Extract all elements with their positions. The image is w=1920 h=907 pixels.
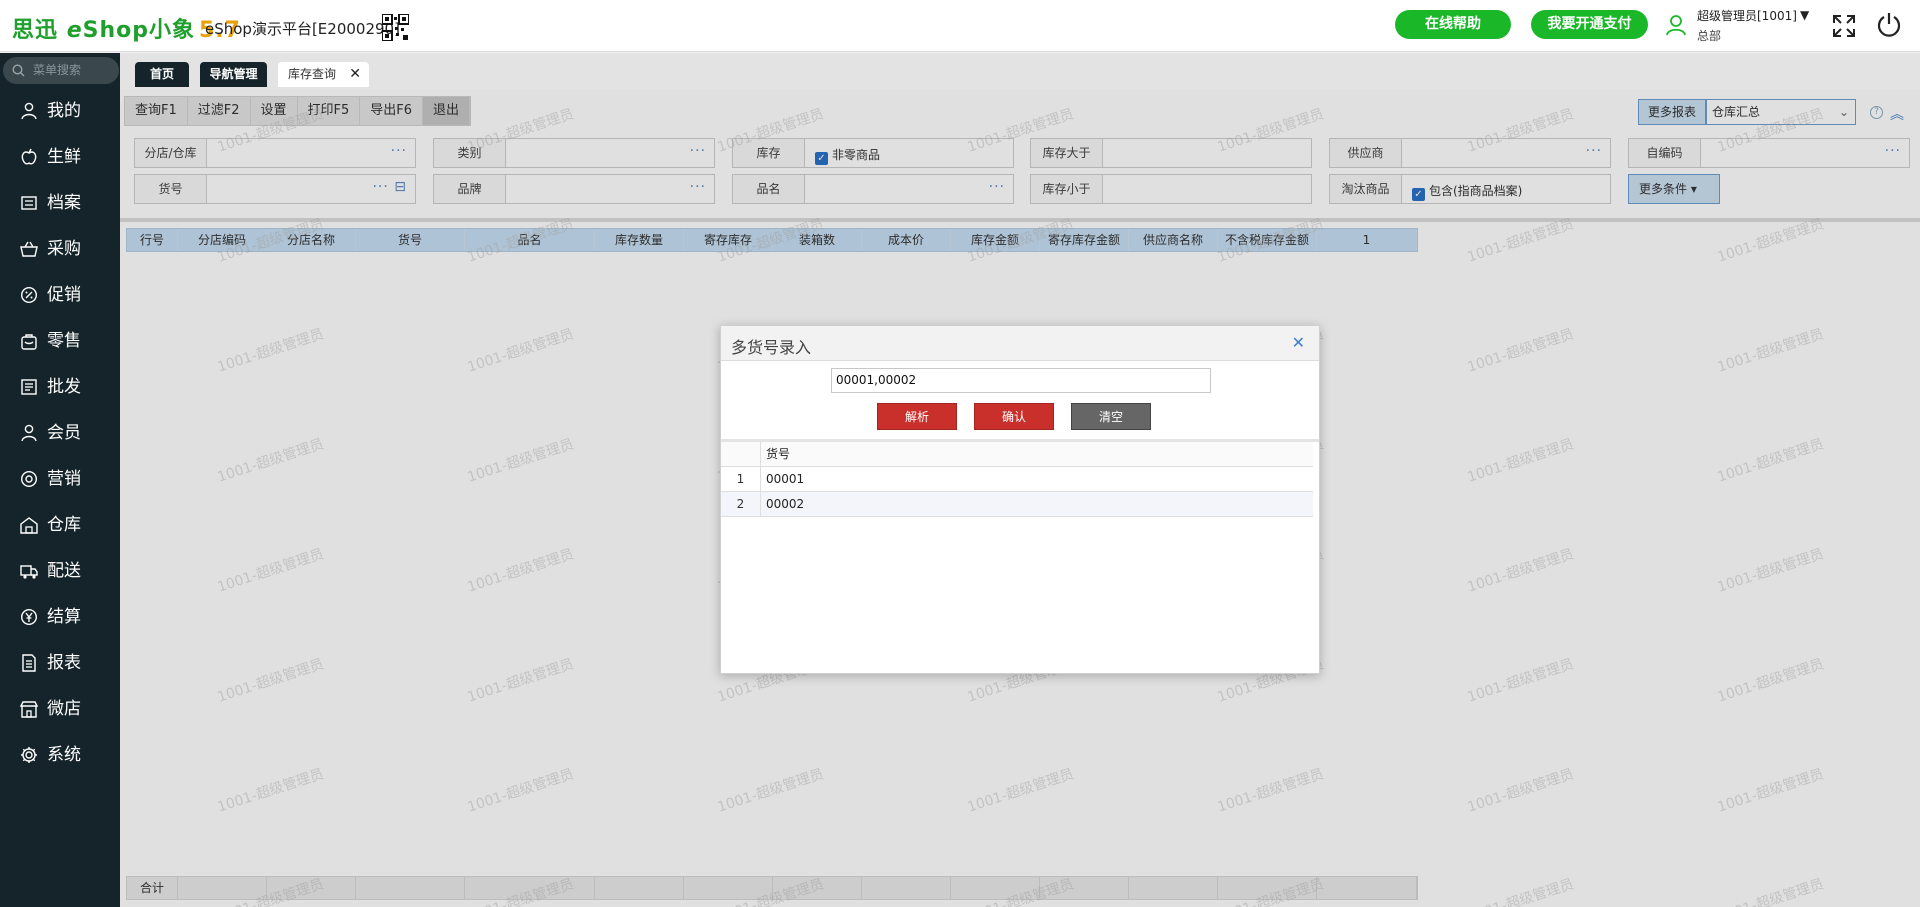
row-number: 2: [721, 492, 761, 517]
parse-button[interactable]: 解析: [877, 403, 957, 430]
warehouse-icon: [20, 517, 38, 534]
sidebar-item-microstore[interactable]: 微店: [0, 686, 120, 732]
menu-search-input[interactable]: 菜单搜索: [3, 57, 119, 84]
truck-icon: [20, 565, 38, 579]
gear-icon: [21, 747, 37, 763]
report-icon: [22, 654, 36, 672]
user-icon: [21, 102, 37, 120]
sidebar-item-archive[interactable]: 档案: [0, 180, 120, 226]
discount-icon: [20, 286, 38, 304]
sidebar-item-member[interactable]: 会员: [0, 410, 120, 456]
table-row[interactable]: 2 00002: [721, 492, 1313, 517]
bag-icon: [21, 334, 37, 350]
item-code-table: 货号 1 00001 2 00002: [721, 442, 1313, 517]
row-number: 1: [721, 467, 761, 492]
qr-code-icon[interactable]: [382, 14, 409, 41]
sidebar-item-system[interactable]: 系统: [0, 732, 120, 778]
close-icon[interactable]: ✕: [1292, 333, 1305, 352]
user-menu-caret-icon[interactable]: ▼: [1800, 8, 1809, 22]
member-icon: [21, 424, 37, 442]
power-icon[interactable]: [1876, 12, 1902, 38]
user-icon: [1666, 15, 1686, 36]
clear-button[interactable]: 清空: [1071, 403, 1151, 430]
sidebar-item-report[interactable]: 报表: [0, 640, 120, 686]
fullscreen-icon[interactable]: [1832, 14, 1856, 38]
item-code-cell[interactable]: 00001: [766, 467, 804, 492]
tab-inventory-query[interactable]: 库存查询 ✕: [278, 62, 369, 87]
sidebar-item-wholesale[interactable]: 批发: [0, 364, 120, 410]
sidebar-item-fresh[interactable]: 生鲜: [0, 134, 120, 180]
folder-icon: [21, 196, 37, 210]
user-org: 总部: [1697, 29, 1722, 43]
close-icon[interactable]: ✕: [349, 62, 361, 87]
sidebar: 菜单搜索 我的 生鲜 档案 采购 促销 零售 批发 会员 营销 仓库 配送 结算…: [0, 53, 120, 907]
apple-icon: [21, 148, 37, 165]
online-help-button[interactable]: 在线帮助: [1395, 10, 1511, 39]
multi-item-entry-dialog: 多货号录入 ✕ 00001,00002 解析 确认 清空 货号 1 00001 …: [720, 325, 1320, 674]
column-header[interactable]: 货号: [766, 442, 790, 467]
yen-icon: [20, 608, 38, 626]
top-bar: 思迅 eShop小象 5.7 eShop演示平台[E2000290] 在线帮助 我…: [0, 0, 1920, 52]
open-payment-button[interactable]: 我要开通支付: [1531, 10, 1648, 39]
table-header: 货号: [721, 442, 1313, 467]
search-icon: [12, 64, 25, 77]
sidebar-item-retail[interactable]: 零售: [0, 318, 120, 364]
tab-label: 库存查询: [288, 67, 337, 81]
item-code-cell[interactable]: 00002: [766, 492, 804, 517]
marketing-icon: [20, 470, 38, 488]
sidebar-item-marketing[interactable]: 营销: [0, 456, 120, 502]
basket-icon: [20, 241, 38, 257]
user-name[interactable]: 超级管理员[1001]: [1697, 7, 1797, 24]
tab-bar: 首页 导航管理 库存查询 ✕: [120, 53, 1920, 90]
row-number-header: [721, 442, 761, 467]
dialog-header: 多货号录入 ✕: [721, 326, 1319, 361]
platform-name: eShop演示平台[E2000290]: [205, 20, 400, 38]
item-codes-input[interactable]: 00001,00002: [831, 368, 1211, 393]
sidebar-item-warehouse[interactable]: 仓库: [0, 502, 120, 548]
table-row[interactable]: 1 00001: [721, 467, 1313, 492]
sidebar-item-delivery[interactable]: 配送: [0, 548, 120, 594]
sidebar-item-settlement[interactable]: 结算: [0, 594, 120, 640]
tab-home[interactable]: 首页: [135, 62, 189, 87]
sidebar-item-purchase[interactable]: 采购: [0, 226, 120, 272]
dialog-title: 多货号录入: [731, 338, 812, 357]
sidebar-item-mine[interactable]: 我的: [0, 88, 120, 134]
confirm-button[interactable]: 确认: [974, 403, 1054, 430]
list-icon: [21, 379, 37, 395]
sidebar-item-promotion[interactable]: 促销: [0, 272, 120, 318]
shop-icon: [20, 701, 38, 718]
tab-navigation[interactable]: 导航管理: [200, 62, 267, 87]
